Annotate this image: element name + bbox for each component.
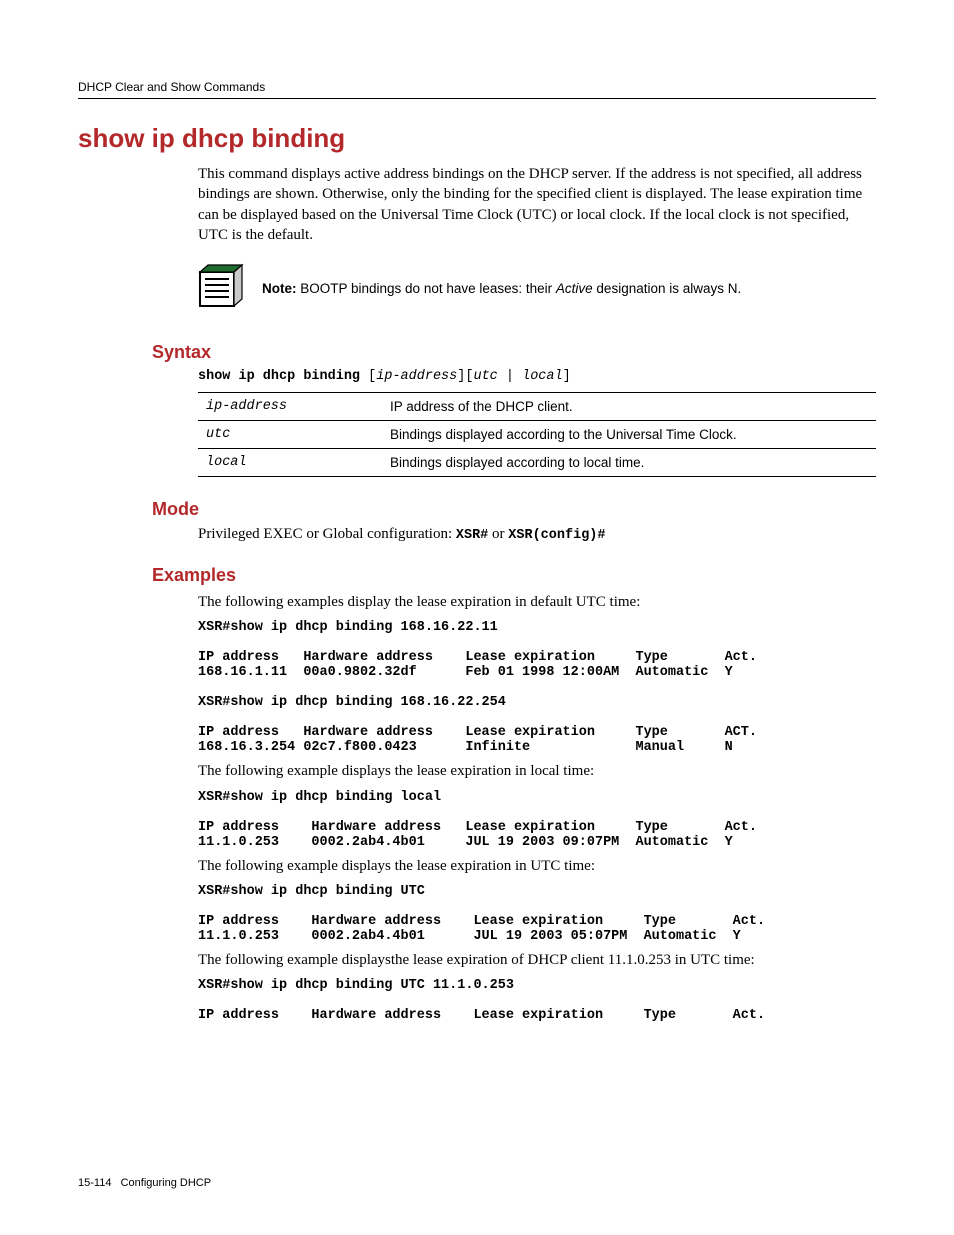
param-desc: IP address of the DHCP client.	[382, 393, 876, 421]
syntax-line: show ip dhcp binding [ip-address][utc | …	[198, 369, 876, 384]
syntax-local: local	[522, 369, 563, 384]
br2: ][	[457, 369, 473, 384]
command-title: show ip dhcp binding	[78, 123, 876, 154]
mode-or: or	[488, 526, 508, 542]
mode-line: Privileged EXEC or Global configuration:…	[198, 526, 876, 543]
mode-heading: Mode	[152, 499, 876, 520]
example-output-4: XSR#show ip dhcp binding UTC 11.1.0.253 …	[198, 978, 876, 1023]
pipe: |	[498, 369, 522, 384]
intro-paragraph: This command displays active address bin…	[198, 164, 876, 245]
note-label: Note:	[262, 281, 297, 296]
page-number: 15-114	[78, 1177, 111, 1189]
mode-block: Privileged EXEC or Global configuration:…	[198, 526, 876, 543]
note-italic: Active	[556, 281, 593, 296]
note-after: designation is always N.	[593, 281, 742, 296]
param-row: local Bindings displayed according to lo…	[198, 449, 876, 477]
example-intro-2: The following example displays the lease…	[198, 761, 876, 781]
note-text: Note: BOOTP bindings do not have leases:…	[262, 281, 741, 296]
param-name: utc	[198, 421, 382, 449]
page-footer: 15-114 Configuring DHCP	[78, 1177, 211, 1189]
running-header: DHCP Clear and Show Commands	[78, 80, 876, 99]
syntax-block: show ip dhcp binding [ip-address][utc | …	[198, 369, 876, 477]
param-row: ip-address IP address of the DHCP client…	[198, 393, 876, 421]
param-table: ip-address IP address of the DHCP client…	[198, 392, 876, 477]
syntax-utc: utc	[473, 369, 497, 384]
mode-code2: XSR(config)#	[508, 528, 605, 543]
mode-text: Privileged EXEC or Global configuration:	[198, 526, 456, 542]
note-before: BOOTP bindings do not have leases: their	[297, 281, 556, 296]
examples-heading: Examples	[152, 565, 876, 586]
note-icon	[198, 263, 244, 314]
page: DHCP Clear and Show Commands show ip dhc…	[0, 0, 954, 1235]
example-intro-1: The following examples display the lease…	[198, 592, 876, 612]
param-row: utc Bindings displayed according to the …	[198, 421, 876, 449]
param-desc: Bindings displayed according to local ti…	[382, 449, 876, 477]
mode-code1: XSR#	[456, 528, 488, 543]
example-output-3: XSR#show ip dhcp binding UTC IP address …	[198, 884, 876, 944]
intro-block: This command displays active address bin…	[198, 164, 876, 314]
syntax-heading: Syntax	[152, 342, 876, 363]
note-row: Note: BOOTP bindings do not have leases:…	[198, 263, 876, 314]
example-output-1: XSR#show ip dhcp binding 168.16.22.11 IP…	[198, 620, 876, 755]
param-desc: Bindings displayed according to the Univ…	[382, 421, 876, 449]
examples-block: The following examples display the lease…	[198, 592, 876, 1023]
example-intro-4: The following example displaysthe lease …	[198, 950, 876, 970]
br3: ]	[563, 369, 571, 384]
example-output-2: XSR#show ip dhcp binding local IP addres…	[198, 790, 876, 850]
param-name: local	[198, 449, 382, 477]
example-intro-3: The following example displays the lease…	[198, 856, 876, 876]
syntax-ip: ip-address	[376, 369, 457, 384]
footer-label: Configuring DHCP	[121, 1177, 211, 1189]
syntax-cmd: show ip dhcp binding	[198, 369, 368, 384]
param-name: ip-address	[198, 393, 382, 421]
